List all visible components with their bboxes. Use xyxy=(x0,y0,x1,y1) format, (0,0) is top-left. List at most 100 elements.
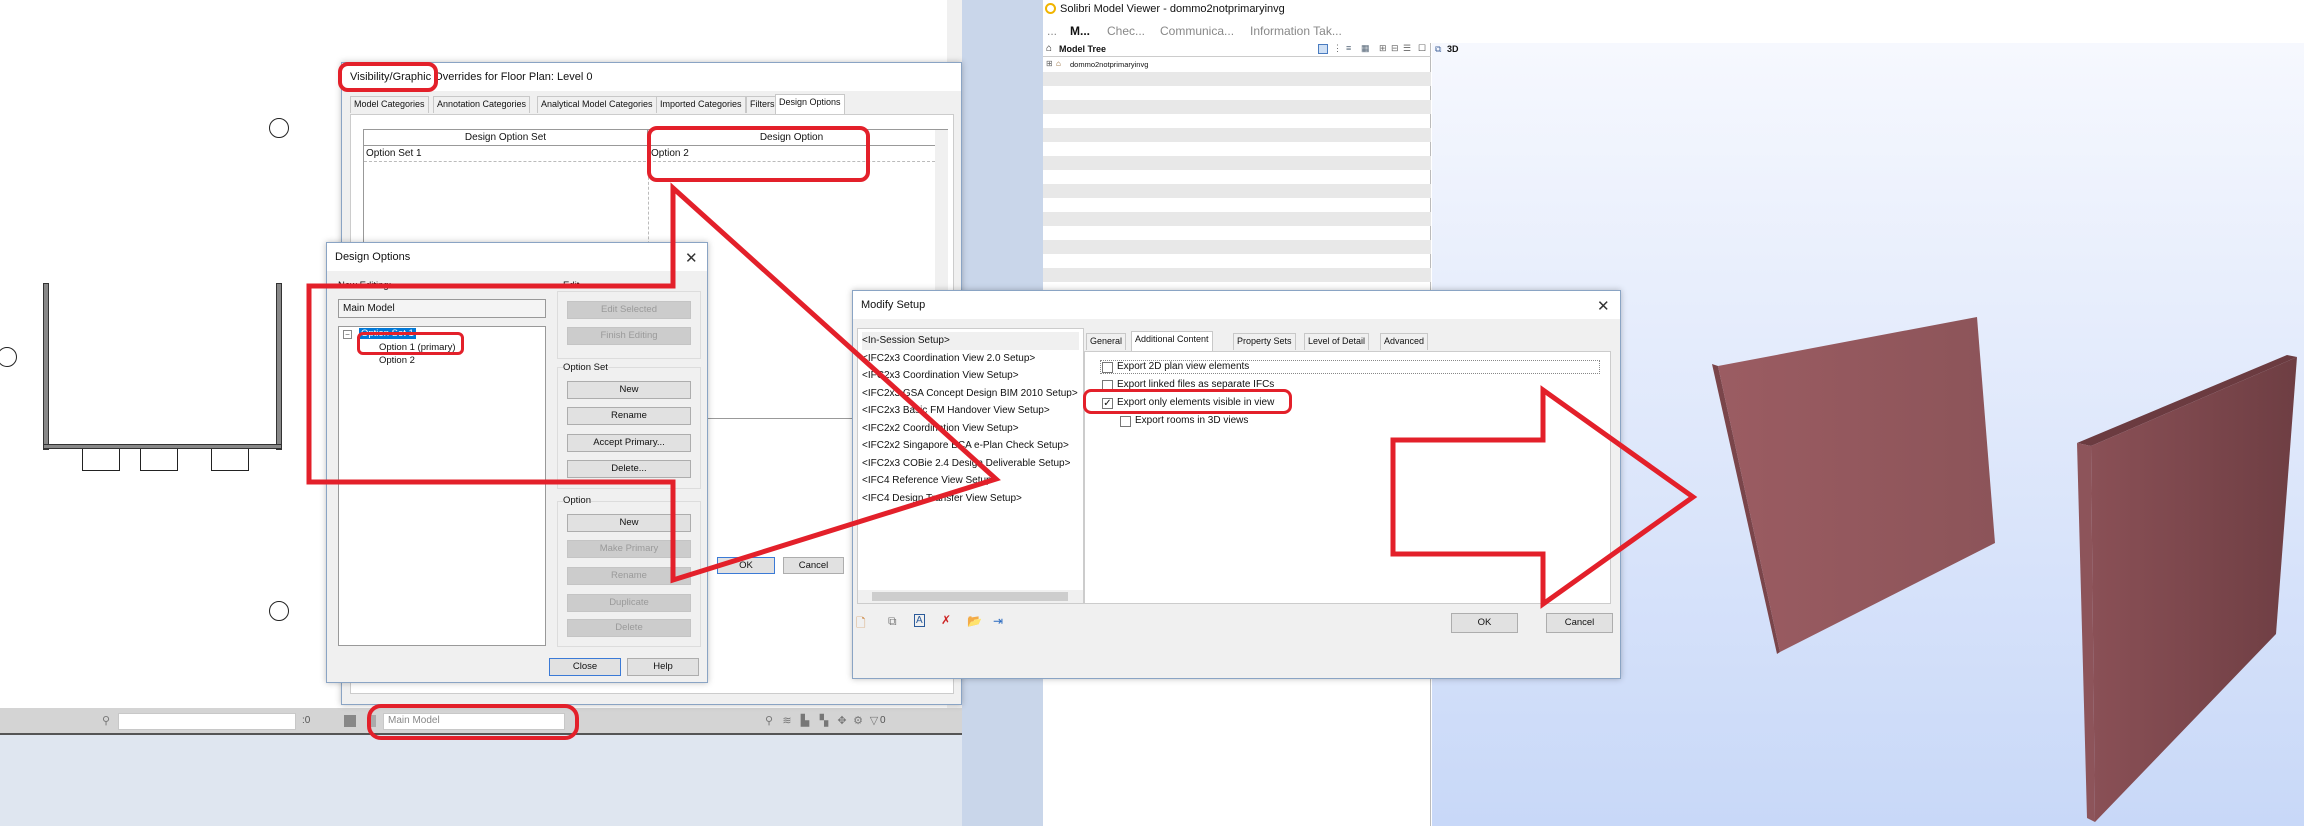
drag-icon[interactable]: ✥ xyxy=(836,715,848,727)
export-setup-icon[interactable]: ⇥ xyxy=(993,614,1003,628)
menu-item-information-takeoff[interactable]: Information Tak... xyxy=(1250,24,1342,38)
selection-count: :0 xyxy=(302,715,311,726)
import-setup-icon[interactable]: 📂 xyxy=(967,614,982,628)
finish-editing-button[interactable]: Finish Editing xyxy=(567,327,691,345)
tab-level-of-detail[interactable]: Level of Detail xyxy=(1304,333,1370,350)
tab-design-options[interactable]: Design Options xyxy=(775,94,845,114)
link-icon[interactable]: ⚲ xyxy=(763,715,775,727)
filter-count: 0 xyxy=(880,715,886,726)
tree-row-empty xyxy=(1043,226,1431,240)
setup-list-item[interactable]: <IFC2x3 Basic FM Handover View Setup> xyxy=(862,402,1079,420)
solibri-title-bar: Solibri Model Viewer - dommo2notprimaryi… xyxy=(1043,0,2304,18)
tab-additional-content[interactable]: Additional Content xyxy=(1131,331,1213,351)
option-set-new-button[interactable]: New xyxy=(567,381,691,399)
editing-icon[interactable] xyxy=(344,715,356,727)
tree-view-icon[interactable] xyxy=(1318,44,1328,54)
ok-button[interactable]: OK xyxy=(1451,613,1518,633)
tree-row-empty xyxy=(1043,100,1431,114)
wall-left[interactable] xyxy=(43,283,49,450)
option-delete-button[interactable]: Delete xyxy=(567,619,691,637)
menu-item-communication[interactable]: Communica... xyxy=(1160,24,1234,38)
scrollbar-thumb[interactable] xyxy=(872,592,1068,601)
setup-list-item[interactable]: <IFC2x3 COBie 2.4 Design Deliverable Set… xyxy=(862,455,1079,473)
tab-property-sets[interactable]: Property Sets xyxy=(1233,333,1296,350)
horizontal-scrollbar[interactable] xyxy=(858,590,1083,603)
option-set-delete-button[interactable]: Delete... xyxy=(567,460,691,478)
tab-annotation-categories[interactable]: Annotation Categories xyxy=(433,96,531,113)
make-primary-button[interactable]: Make Primary xyxy=(567,540,691,558)
close-icon[interactable]: ✕ xyxy=(685,249,698,267)
tab-general[interactable]: General xyxy=(1086,333,1127,350)
elevation-marker-west[interactable] xyxy=(0,347,17,367)
collapse-icon[interactable]: − xyxy=(343,330,352,339)
tab-imported-categories[interactable]: Imported Categories xyxy=(656,96,746,113)
tab-analytical-model-categories[interactable]: Analytical Model Categories xyxy=(537,96,657,113)
list-icon[interactable]: ☰ xyxy=(1403,43,1411,54)
workset-dropdown[interactable] xyxy=(118,713,296,730)
close-icon[interactable]: ✕ xyxy=(1597,297,1610,315)
expand-all-icon[interactable]: ⊞ xyxy=(1379,43,1387,54)
duplicate-button[interactable]: Duplicate xyxy=(567,594,691,612)
tab-advanced[interactable]: Advanced xyxy=(1380,333,1429,350)
setup-list-item[interactable]: <IFC4 Reference View Setup> xyxy=(862,472,1079,490)
export-2d-checkbox[interactable] xyxy=(1102,362,1113,373)
setup-list-item[interactable]: <In-Session Setup> xyxy=(862,332,1079,350)
rename-setup-icon[interactable]: A xyxy=(914,614,925,627)
tab-model-categories[interactable]: Model Categories xyxy=(350,96,429,113)
cancel-button[interactable]: Cancel xyxy=(783,557,844,574)
underlay-icon[interactable]: ≋ xyxy=(781,715,793,727)
maximize-icon[interactable]: ☐ xyxy=(1418,43,1426,54)
menu-item-checking[interactable]: Chec... xyxy=(1107,24,1145,38)
elevation-marker-south[interactable] xyxy=(269,601,289,621)
delete-setup-icon[interactable]: ✗ xyxy=(941,613,951,627)
menu-item-more[interactable]: ... xyxy=(1047,24,1057,38)
setup-list-item[interactable]: <IFC4 Design Transfer View Setup> xyxy=(862,490,1079,508)
wall-right[interactable] xyxy=(276,283,282,450)
accept-primary-button[interactable]: Accept Primary... xyxy=(567,434,691,452)
tree-item-root[interactable]: ⊞ ⌂ dommo2notprimaryinvg xyxy=(1043,58,1431,72)
model-tree-list: ⊞ ⌂ dommo2notprimaryinvg xyxy=(1043,58,1431,296)
door[interactable] xyxy=(211,449,249,471)
grid-icon[interactable]: ▦ xyxy=(1361,43,1370,54)
filter-icon[interactable]: ▽ xyxy=(868,715,880,727)
setup-list-item[interactable]: <IFC2x2 Coordination View Setup> xyxy=(862,420,1079,438)
option-new-button[interactable]: New xyxy=(567,514,691,532)
collapse-all-icon[interactable]: ⊟ xyxy=(1391,43,1399,54)
highlight-main-model xyxy=(367,704,579,740)
workset-icon[interactable]: ⚲ xyxy=(100,715,112,727)
select-faces-icon[interactable]: ▚ xyxy=(818,715,830,727)
setup-list-item[interactable]: <IFC2x2 Singapore BCA e-Plan Check Setup… xyxy=(862,437,1079,455)
duplicate-setup-icon[interactable]: ⧉ xyxy=(888,614,897,629)
door[interactable] xyxy=(82,449,120,471)
option-rename-button[interactable]: Rename xyxy=(567,567,691,585)
hierarchy-icon[interactable]: ⋮ xyxy=(1333,43,1342,54)
elevation-marker-north[interactable] xyxy=(269,118,289,138)
setup-list-panel: <In-Session Setup> <IFC2x3 Coordination V… xyxy=(857,328,1084,604)
column-header-set[interactable]: Design Option Set xyxy=(364,130,648,146)
tab-bar: Model Categories Annotation Categories A… xyxy=(350,94,950,114)
menu-item-model[interactable]: M... xyxy=(1070,24,1090,38)
expand-icon[interactable]: ⊞ xyxy=(1046,59,1053,68)
option-set-rename-button[interactable]: Rename xyxy=(567,407,691,425)
close-button[interactable]: Close xyxy=(549,658,621,676)
new-setup-icon[interactable]: 🗋 xyxy=(856,614,866,635)
tab-filters[interactable]: Filters xyxy=(746,96,779,113)
setup-list-item[interactable]: <IFC2x3 Coordination View 2.0 Setup> xyxy=(862,350,1079,368)
pinned-icon[interactable]: ▙ xyxy=(799,715,811,727)
ok-button[interactable]: OK xyxy=(717,557,775,574)
setup-list-item[interactable]: <IFC2x3 GSA Concept Design BIM 2010 Setu… xyxy=(862,385,1079,403)
cancel-button[interactable]: Cancel xyxy=(1546,613,1613,633)
help-button[interactable]: Help xyxy=(627,658,699,676)
tree-row-empty xyxy=(1043,268,1431,282)
door[interactable] xyxy=(140,449,178,471)
3d-view-icon: ⧉ xyxy=(1435,44,1442,54)
gear-icon[interactable]: ⚙ xyxy=(852,715,864,727)
tree-item-option-2[interactable]: Option 2 xyxy=(379,355,415,366)
window-title: Solibri Model Viewer - dommo2notprimaryi… xyxy=(1060,3,1285,15)
layers-icon[interactable]: ≡ xyxy=(1346,43,1351,53)
design-options-tree[interactable]: − Option Set 1 Option 1 (primary) Option… xyxy=(338,326,546,646)
edit-selected-button[interactable]: Edit Selected xyxy=(567,301,691,319)
export-rooms-checkbox[interactable] xyxy=(1120,416,1131,427)
setup-list-item[interactable]: <IFC2x3 Coordination View Setup> xyxy=(862,367,1079,385)
tree-row-empty xyxy=(1043,142,1431,156)
